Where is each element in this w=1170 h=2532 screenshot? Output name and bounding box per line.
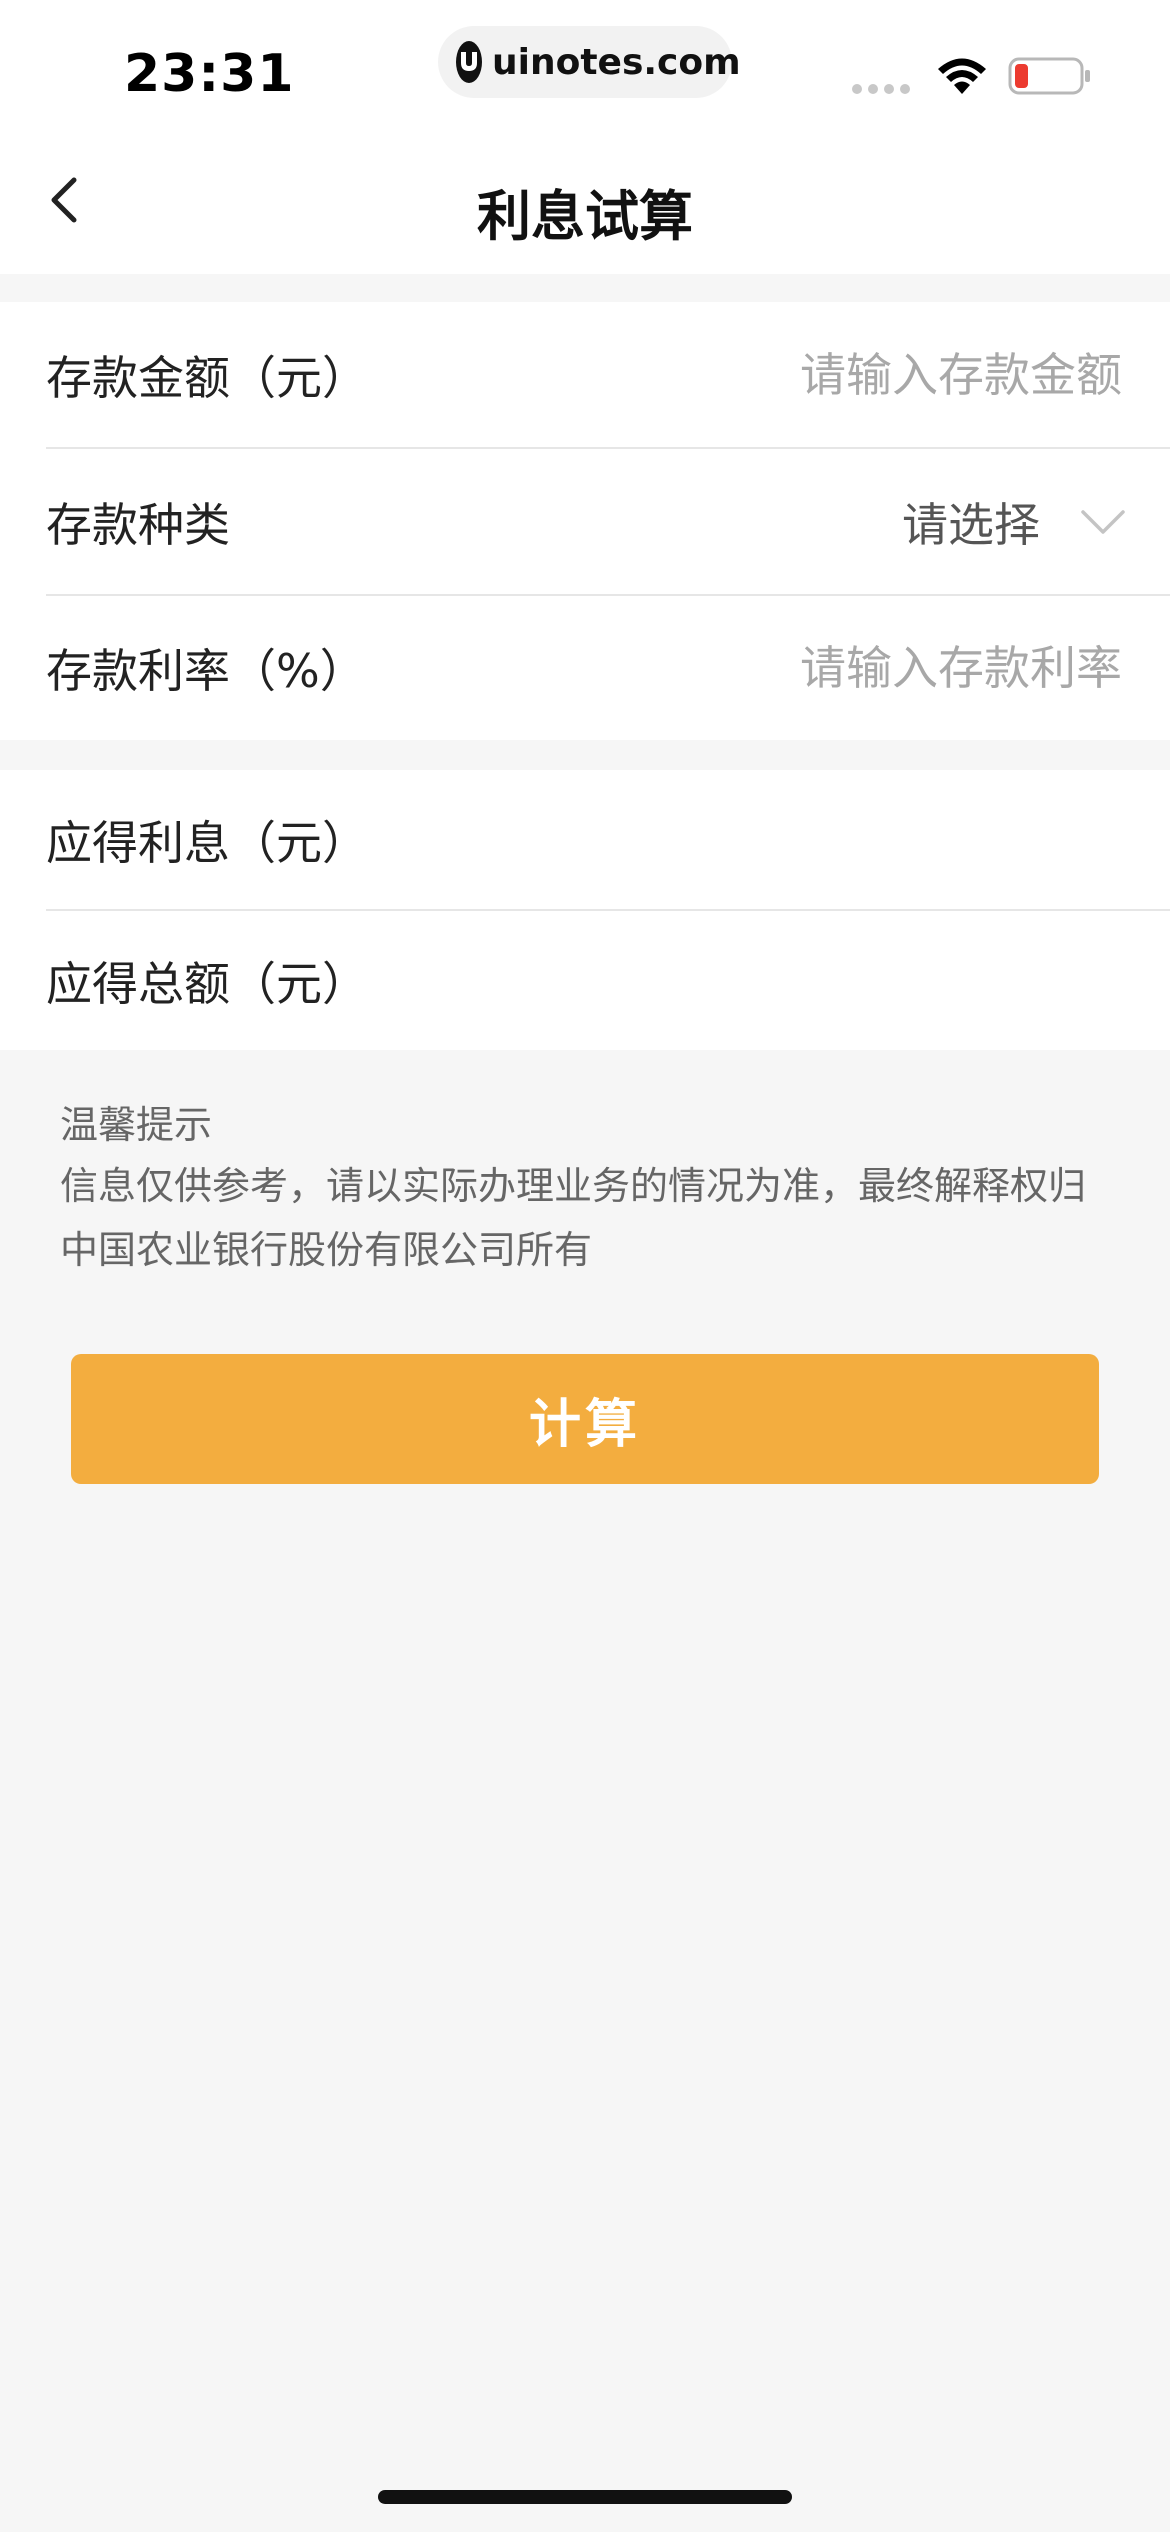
url-text: uinotes.com: [492, 41, 741, 83]
chevron-down-icon: [1081, 510, 1125, 534]
interest-row: 应得利息（元）: [46, 770, 1170, 910]
total-row: 应得总额（元）: [46, 911, 1170, 1050]
url-pill: uinotes.com: [438, 26, 741, 98]
cellular-signal-icon: [852, 84, 910, 94]
total-label: 应得总额（元）: [46, 956, 368, 1011]
site-logo-icon: [456, 41, 482, 83]
battery-icon: [1008, 57, 1090, 95]
status-bar: 23:31 uinotes.com: [0, 0, 1170, 140]
calculate-button[interactable]: 计算: [71, 1354, 1099, 1484]
result-group: 应得利息（元） 应得总额（元）: [0, 770, 1170, 1050]
deposit-type-select[interactable]: 请选择: [902, 489, 1126, 555]
status-time: 23:31: [124, 44, 295, 104]
deposit-rate-input[interactable]: [622, 641, 1122, 695]
deposit-amount-row: 存款金额（元）: [46, 302, 1170, 448]
interest-label: 应得利息（元）: [46, 816, 368, 870]
wifi-icon: [938, 58, 986, 94]
interest-calculator-page: 23:31 uinotes.com 利息试算 存款金额（元） 请输入存款金额 存…: [0, 0, 1170, 2532]
home-indicator: [378, 2490, 792, 2504]
deposit-type-row[interactable]: 存款种类 请选择: [46, 449, 1170, 595]
deposit-type-value: 请选择: [902, 498, 1040, 552]
deposit-amount-label: 存款金额（元）: [46, 351, 368, 405]
page-title: 利息试算: [477, 185, 693, 248]
tips-body: 信息仅供参考，请以实际办理业务的情况为准，最终解释权归中国农业银行股份有限公司所…: [60, 1164, 1087, 1272]
deposit-rate-row: 存款利率（%）: [46, 596, 1170, 740]
tips-title: 温馨提示: [60, 1103, 213, 1147]
deposit-input-group: 存款金额（元） 存款种类 请选择 存款利率（%）: [0, 302, 1170, 740]
deposit-amount-input[interactable]: [622, 348, 1122, 402]
navigation-bar: 利息试算: [0, 140, 1170, 274]
deposit-rate-label: 存款利率（%）: [46, 644, 366, 698]
deposit-type-label: 存款种类: [46, 498, 230, 552]
